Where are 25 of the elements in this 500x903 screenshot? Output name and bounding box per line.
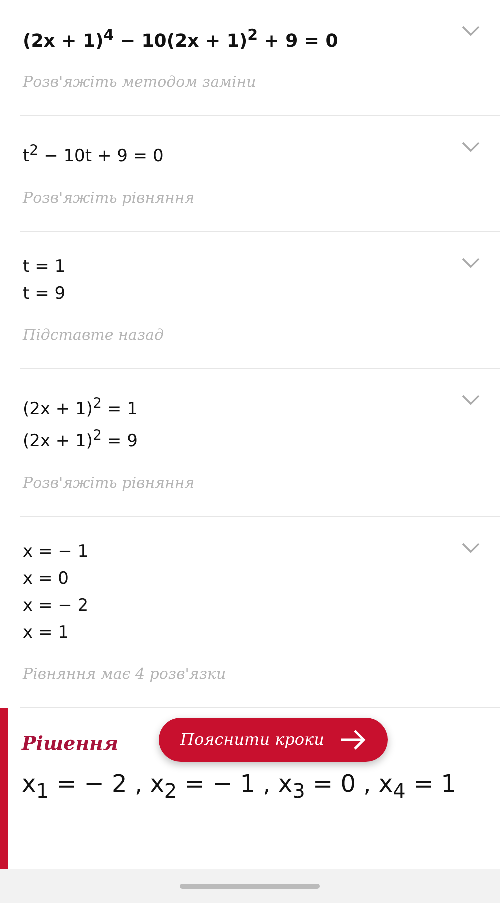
equation: (2x + 1)$^{2}$ = 9 xyxy=(23,427,139,454)
chevron-down-icon[interactable] xyxy=(462,258,480,268)
home-indicator[interactable] xyxy=(180,884,320,888)
equation: t = 9 xyxy=(23,282,67,306)
explain-steps-button[interactable]: Пояснити кроки xyxy=(158,718,388,762)
answer: x$_{1}$ = − 2 , x$_{2}$ = − 1 , x$_{3}$ = 0 , x$_{4}$ = 1 xyxy=(22,770,458,803)
step-hint: Розв'яжіть методом заміни xyxy=(23,73,258,91)
equation: (2x + 1)$^{2}$ = 1 xyxy=(23,394,139,422)
equation: t$^{2}$ − 10t + 9 = 0 xyxy=(23,142,165,169)
step-hint: Розв'яжіть рівняння xyxy=(23,188,196,207)
chevron-down-icon[interactable] xyxy=(462,542,480,553)
step-hint: Підставте назад xyxy=(23,326,166,344)
step-hint: Розв'яжіть рівняння xyxy=(23,474,196,492)
solution-title: Рішення xyxy=(22,732,119,755)
equation: x = − 2 xyxy=(23,594,90,618)
equation: t = 1 xyxy=(23,256,67,279)
step-hint: Рівняння має 4 розв'язки xyxy=(23,664,228,683)
chevron-down-icon[interactable] xyxy=(462,142,480,152)
equation: (2x + 1)$^{4}$ − 10(2x + 1)$^{2}$ + 9 = 0 xyxy=(23,25,340,54)
chevron-down-icon[interactable] xyxy=(462,26,480,36)
equation: x = 1 xyxy=(23,622,70,645)
equation: x = 0 xyxy=(23,568,70,591)
equation: x = − 1 xyxy=(23,540,90,564)
chevron-down-icon[interactable] xyxy=(462,394,480,405)
arrow-right-icon xyxy=(340,730,366,750)
